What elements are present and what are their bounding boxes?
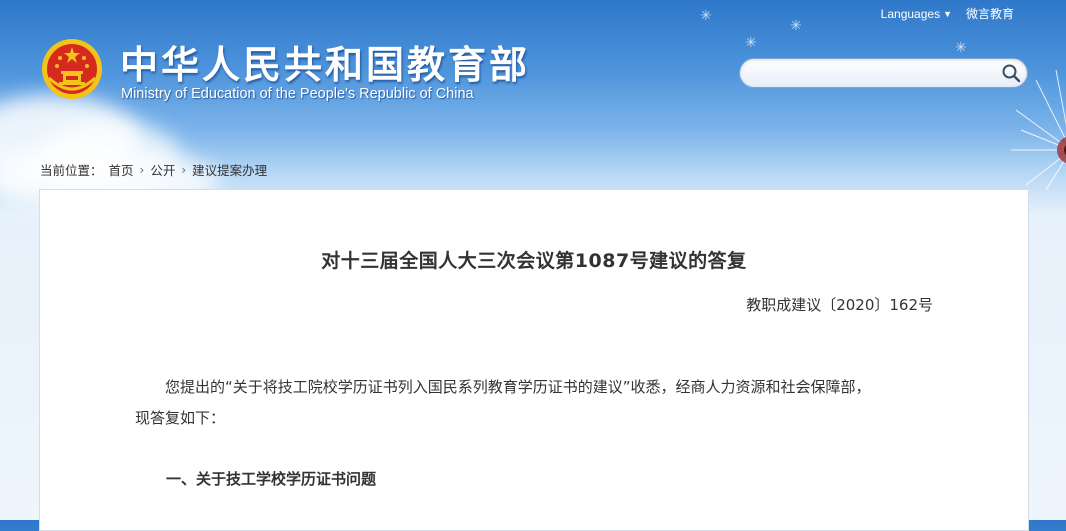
seed-decoration: ✳	[955, 40, 967, 56]
breadcrumb-label: 当前位置：	[40, 163, 103, 178]
seed-decoration: ✳	[700, 8, 712, 24]
seed-decoration: ✳	[790, 18, 802, 34]
seed-decoration: ✳	[745, 35, 757, 51]
breadcrumb-public[interactable]: 公开	[150, 160, 175, 179]
chevron-right-icon: ›	[181, 162, 187, 177]
breadcrumb-home[interactable]: 首页	[109, 160, 134, 179]
search-input[interactable]	[752, 63, 996, 85]
site-subtitle: Ministry of Education of the People's Re…	[121, 86, 474, 102]
chevron-down-icon: ▼	[943, 8, 952, 19]
weiyan-link[interactable]: 微言教育	[966, 5, 1014, 22]
weiyan-label: 微言教育	[965, 7, 1014, 21]
national-emblem-logo	[42, 39, 102, 99]
languages-label: Languages	[880, 6, 941, 21]
languages-dropdown[interactable]: Languages ▼	[881, 7, 952, 21]
chevron-right-icon: ›	[139, 162, 145, 177]
breadcrumb-proposals[interactable]: 建议提案办理	[192, 160, 267, 179]
paragraph-line-1: 您提出的“关于将技工院校学历证书列入国民系列教育学历证书的建议”收悉，经商人力资…	[165, 378, 871, 396]
paragraph-line-2: 现答复如下：	[135, 409, 226, 427]
document-number: 教职成建议〔2020〕162号	[746, 296, 933, 314]
search-icon[interactable]	[1001, 63, 1021, 83]
search-box	[739, 58, 1028, 88]
top-links: Languages ▼ 微言教育	[881, 5, 1014, 22]
document-paragraph: 您提出的“关于将技工院校学历证书列入国民系列教育学历证书的建议”收悉，经商人力资…	[135, 372, 935, 434]
content-panel: 对十三届全国人大三次会议第1087号建议的答复 教职成建议〔2020〕162号 …	[39, 189, 1029, 531]
breadcrumb: 当前位置： 首页 › 公开 › 建议提案办理	[40, 160, 267, 179]
section-heading: 一、关于技工学校学历证书问题	[166, 470, 377, 488]
document-title: 对十三届全国人大三次会议第1087号建议的答复	[321, 250, 747, 272]
site-title: 中华人民共和国教育部	[120, 43, 531, 87]
